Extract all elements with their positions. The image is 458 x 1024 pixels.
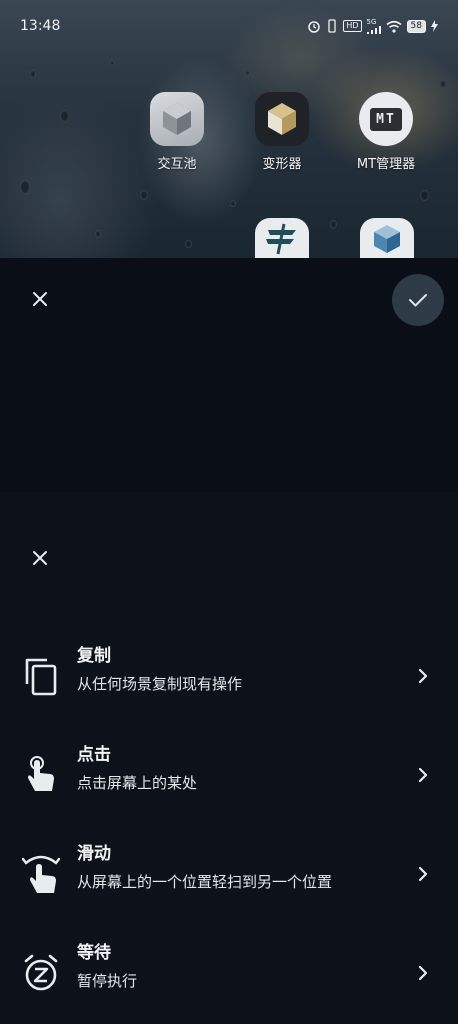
action-title: 滑动	[77, 844, 111, 864]
alarm-z-icon	[22, 952, 60, 994]
app-transformer[interactable]: 变形器	[242, 92, 322, 172]
action-item-swipe[interactable]: 滑动 从屏幕上的一个位置轻扫到另一个位置	[0, 831, 458, 917]
app-interaction-pool[interactable]: 交互池	[137, 92, 217, 172]
action-subtitle: 点击屏幕上的某处	[77, 774, 198, 792]
action-item-copy[interactable]: 复制 从任何场景复制现有操作	[0, 633, 458, 719]
cube-gold-icon	[255, 92, 309, 146]
chevron-right-icon	[412, 863, 434, 885]
action-subtitle: 暂停执行	[77, 972, 138, 990]
charging-icon	[431, 20, 438, 32]
sheet-close-button[interactable]	[26, 544, 54, 572]
action-title: 复制	[77, 646, 111, 666]
swipe-icon	[22, 853, 60, 895]
action-item-text: 等待 暂停执行	[77, 942, 137, 992]
battery-indicator: 58	[406, 19, 426, 33]
action-item-wait[interactable]: 等待 暂停执行	[0, 930, 458, 1016]
action-item-text: 滑动 从屏幕上的一个位置轻扫到另一个位置	[77, 843, 332, 893]
mt-icon: MT	[359, 92, 413, 146]
cube-blue-app-icon[interactable]	[360, 218, 414, 258]
cube-icon	[150, 92, 204, 146]
chevron-right-icon	[412, 962, 434, 984]
action-subtitle: 从屏幕上的一个位置轻扫到另一个位置	[77, 873, 333, 891]
copy-icon	[22, 655, 60, 697]
chevron-right-icon	[412, 764, 434, 786]
app-mt-manager[interactable]: MT MT管理器	[346, 92, 426, 172]
action-item-tap[interactable]: 点击 点击屏幕上的某处	[0, 732, 458, 818]
app-label: 变形器	[262, 157, 302, 172]
close-icon	[32, 550, 48, 566]
app-label: 交互池	[157, 157, 197, 172]
status-icons: HD 5G 58	[307, 17, 438, 34]
signal-icon: 5G	[366, 17, 381, 34]
action-subtitle: 从任何场景复制现有操作	[77, 675, 243, 693]
action-item-text: 点击 点击屏幕上的某处	[77, 744, 197, 794]
status-bar: 13:48 HD 5G 58	[0, 0, 458, 52]
selection-overlay-panel	[0, 258, 458, 492]
postal-app-icon[interactable]	[255, 218, 309, 258]
network-label: 5G	[366, 17, 377, 26]
tap-icon	[22, 754, 60, 796]
action-picker-sheet: 复制 从任何场景复制现有操作 点击 点击屏幕上的某处 滑动 从屏幕上的一个位置轻…	[0, 492, 458, 1024]
check-icon	[408, 292, 428, 308]
status-time: 13:48	[20, 18, 61, 34]
action-title: 点击	[77, 745, 111, 765]
confirm-button[interactable]	[392, 274, 444, 326]
mt-icon-text: MT	[370, 107, 402, 131]
vibrate-icon	[326, 19, 338, 33]
hd-badge: HD	[343, 20, 362, 32]
action-item-text: 复制 从任何场景复制现有操作	[77, 645, 242, 695]
close-icon[interactable]	[26, 285, 54, 313]
alarm-icon	[307, 19, 321, 33]
wifi-icon	[386, 20, 402, 33]
app-label: MT管理器	[356, 157, 416, 172]
chevron-right-icon	[412, 665, 434, 687]
action-title: 等待	[77, 943, 111, 963]
